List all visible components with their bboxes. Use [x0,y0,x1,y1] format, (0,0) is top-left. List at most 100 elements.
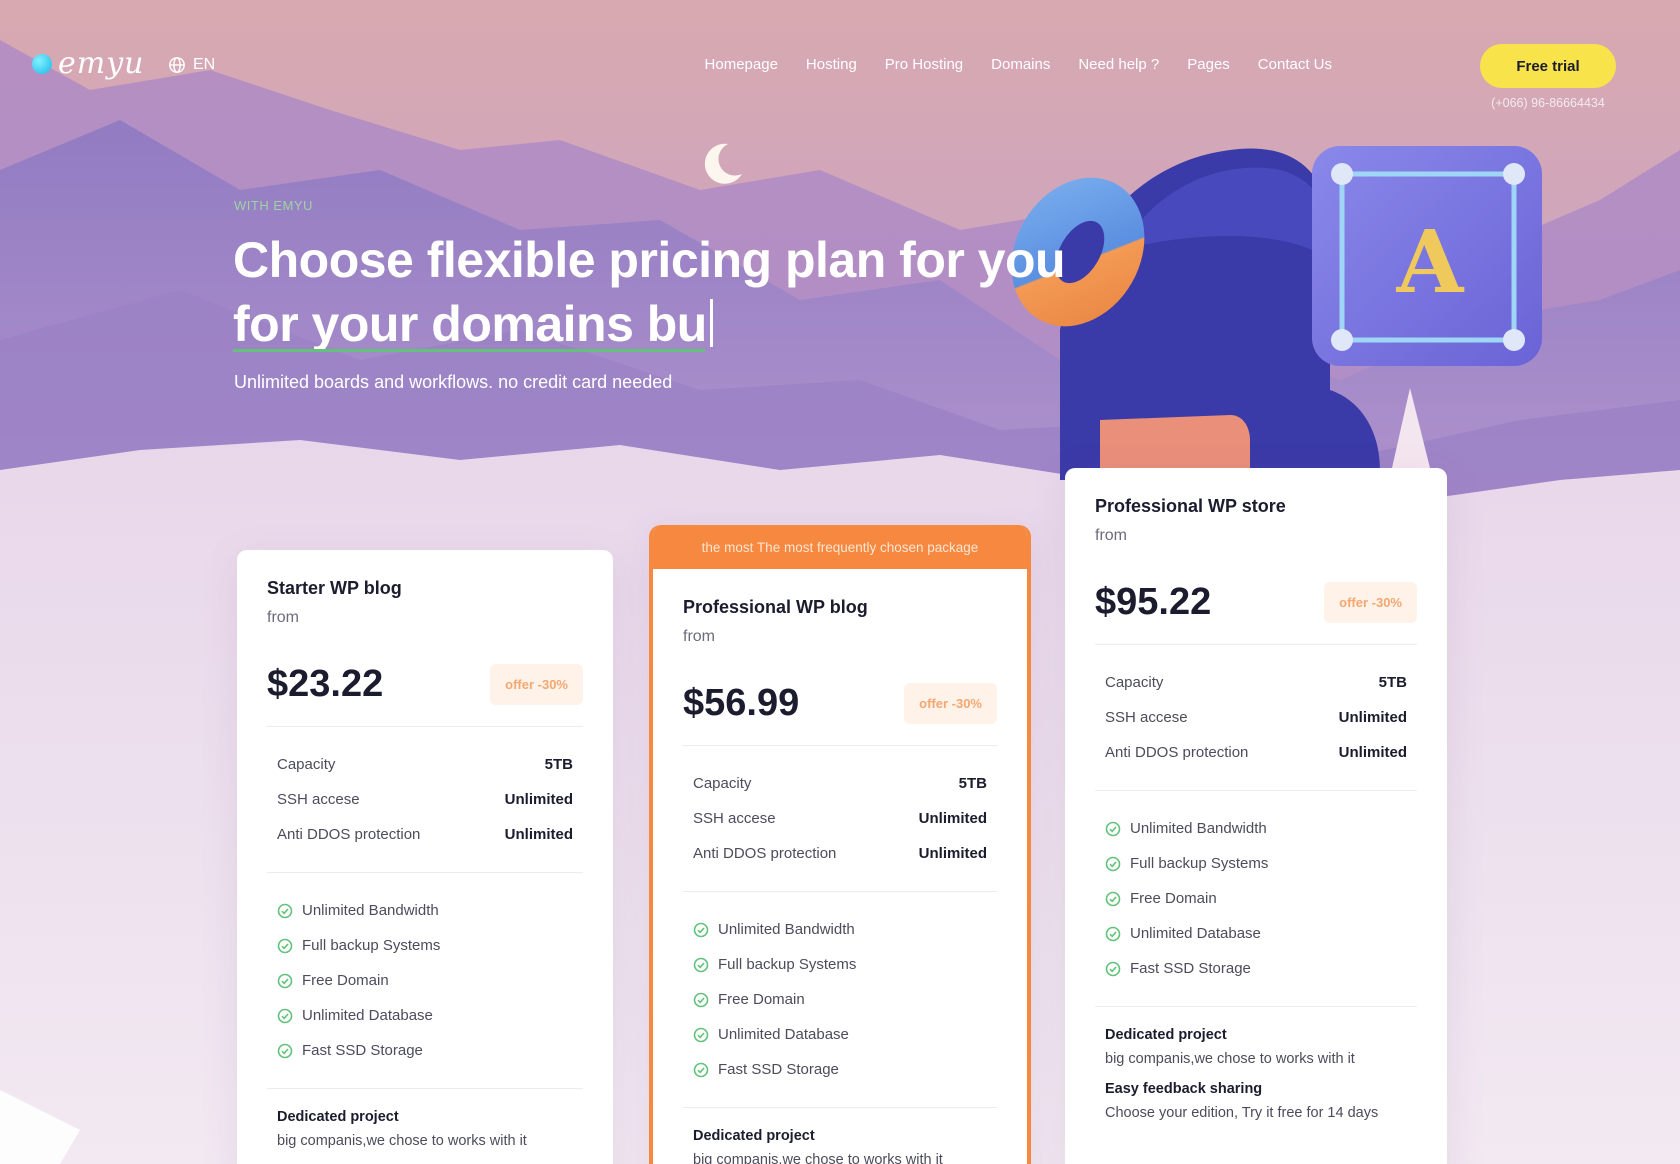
feature-label: Unlimited Database [718,1026,849,1043]
nav-need-help[interactable]: Need help ? [1078,56,1159,73]
feature-label: Unlimited Bandwidth [1130,820,1267,837]
main-nav: Homepage Hosting Pro Hosting Domains Nee… [705,56,1332,73]
pricing-card-professional-blog: the most The most frequently chosen pack… [649,525,1031,1164]
spec-label: SSH accese [277,791,360,808]
dedicated-text: big companis,we chose to works with it [693,1152,943,1164]
spec-row-capacity: Capacity 5TB [267,747,583,782]
divider [267,1088,583,1089]
spec-row-ssh: SSH accese Unlimited [683,801,997,836]
nav-homepage[interactable]: Homepage [705,56,778,73]
plan-from-label: from [1095,527,1127,544]
popular-ribbon: the most The most frequently chosen pack… [653,525,1027,569]
feature-item: Free Domain [1095,881,1417,916]
feedback-title: Easy feedback sharing [1105,1081,1263,1097]
svg-text:A: A [1396,212,1465,313]
offer-badge: offer -30% [1324,582,1417,623]
language-switcher[interactable]: EN [168,56,215,74]
feature-label: Fast SSD Storage [1130,960,1251,977]
check-circle-icon [1105,961,1121,976]
feature-label: Full backup Systems [302,937,441,954]
feature-item: Full backup Systems [267,928,583,963]
feature-label: Unlimited Database [302,1007,433,1024]
feature-label: Free Domain [718,991,805,1008]
dedicated-title: Dedicated project [1105,1027,1227,1043]
feature-label: Full backup Systems [1130,855,1269,872]
spec-row-ddos: Anti DDOS protection Unlimited [683,836,997,871]
pricing-card-professional-store: Professional WP store from $95.22 offer … [1065,468,1447,1164]
globe-icon [169,57,185,73]
plan-name: Starter WP blog [267,578,402,598]
free-trial-button[interactable]: Free trial [1480,44,1616,88]
feature-item: Full backup Systems [683,947,997,982]
divider [1095,644,1417,645]
hero-title-line-2-text: for your domains bu [233,296,707,352]
spec-row-ssh: SSH accese Unlimited [267,782,583,817]
nav-contact-us[interactable]: Contact Us [1258,56,1332,73]
divider [683,891,997,892]
feature-label: Unlimited Database [1130,925,1261,942]
hero-subtitle: Unlimited boards and workflows. no credi… [234,372,673,392]
spec-row-ddos: Anti DDOS protection Unlimited [267,817,583,852]
dedicated-text: big companis,we chose to works with it [1105,1051,1355,1067]
feature-item: Unlimited Database [267,998,583,1033]
plan-price: $95.22 [1095,581,1212,623]
check-circle-icon [693,1027,709,1042]
hero-title-line-2: for your domains bu [233,292,713,356]
feature-item: Full backup Systems [1095,846,1417,881]
feature-item: Fast SSD Storage [683,1052,997,1087]
feature-item: Free Domain [267,963,583,998]
spec-label: Capacity [693,775,752,792]
feature-item: Free Domain [683,982,997,1017]
spec-value: Unlimited [504,826,573,843]
feature-label: Free Domain [302,972,389,989]
divider [1095,1006,1417,1007]
plan-price: $56.99 [683,682,800,724]
nav-hosting[interactable]: Hosting [806,56,857,73]
feature-label: Unlimited Bandwidth [302,902,439,919]
hero-title-line-1: Choose flexible pricing plan for you [233,232,1066,288]
spec-row-ssh: SSH accese Unlimited [1095,700,1417,735]
feature-item: Unlimited Bandwidth [267,893,583,928]
hero-eyebrow: WITH EMYU [234,198,313,213]
logo-text: emyu [58,46,145,81]
spec-label: Capacity [277,756,336,773]
check-circle-icon [693,992,709,1007]
offer-badge: offer -30% [904,683,997,724]
feature-label: Full backup Systems [718,956,857,973]
check-circle-icon [1105,926,1121,941]
plan-from-label: from [683,628,715,645]
plan-name: Professional WP store [1095,496,1286,516]
feature-label: Fast SSD Storage [718,1061,839,1078]
feature-item: Unlimited Database [683,1017,997,1052]
feedback-text: Choose your edition, Try it free for 14 … [1105,1105,1379,1121]
feature-item: Unlimited Bandwidth [1095,811,1417,846]
hero-title: Choose flexible pricing plan for you for… [233,228,1093,356]
feature-label: Fast SSD Storage [302,1042,423,1059]
nav-domains[interactable]: Domains [991,56,1050,73]
nav-pro-hosting[interactable]: Pro Hosting [885,56,963,73]
check-circle-icon [277,903,293,918]
nav-pages[interactable]: Pages [1187,56,1230,73]
feature-item: Unlimited Bandwidth [683,912,997,947]
plan-price: $23.22 [267,663,384,705]
check-circle-icon [693,922,709,937]
feature-label: Free Domain [1130,890,1217,907]
divider [683,1107,997,1108]
feature-item: Unlimited Database [1095,916,1417,951]
brand-logo[interactable]: emyu [32,46,144,81]
check-circle-icon [1105,891,1121,906]
spec-label: Anti DDOS protection [277,826,421,843]
spec-value: 5TB [958,775,987,792]
dedicated-title: Dedicated project [693,1128,815,1144]
offer-badge: offer -30% [490,664,583,705]
spec-row-ddos: Anti DDOS protection Unlimited [1095,735,1417,770]
divider [1095,790,1417,791]
feature-label: Unlimited Bandwidth [718,921,855,938]
site-header: emyu EN Homepage Hosting Pro Hosting Dom… [0,0,1680,120]
check-circle-icon [693,1062,709,1077]
check-circle-icon [277,973,293,988]
check-circle-icon [277,1008,293,1023]
typing-cursor [709,299,713,347]
plan-name: Professional WP blog [683,597,868,617]
feature-item: Fast SSD Storage [1095,951,1417,986]
